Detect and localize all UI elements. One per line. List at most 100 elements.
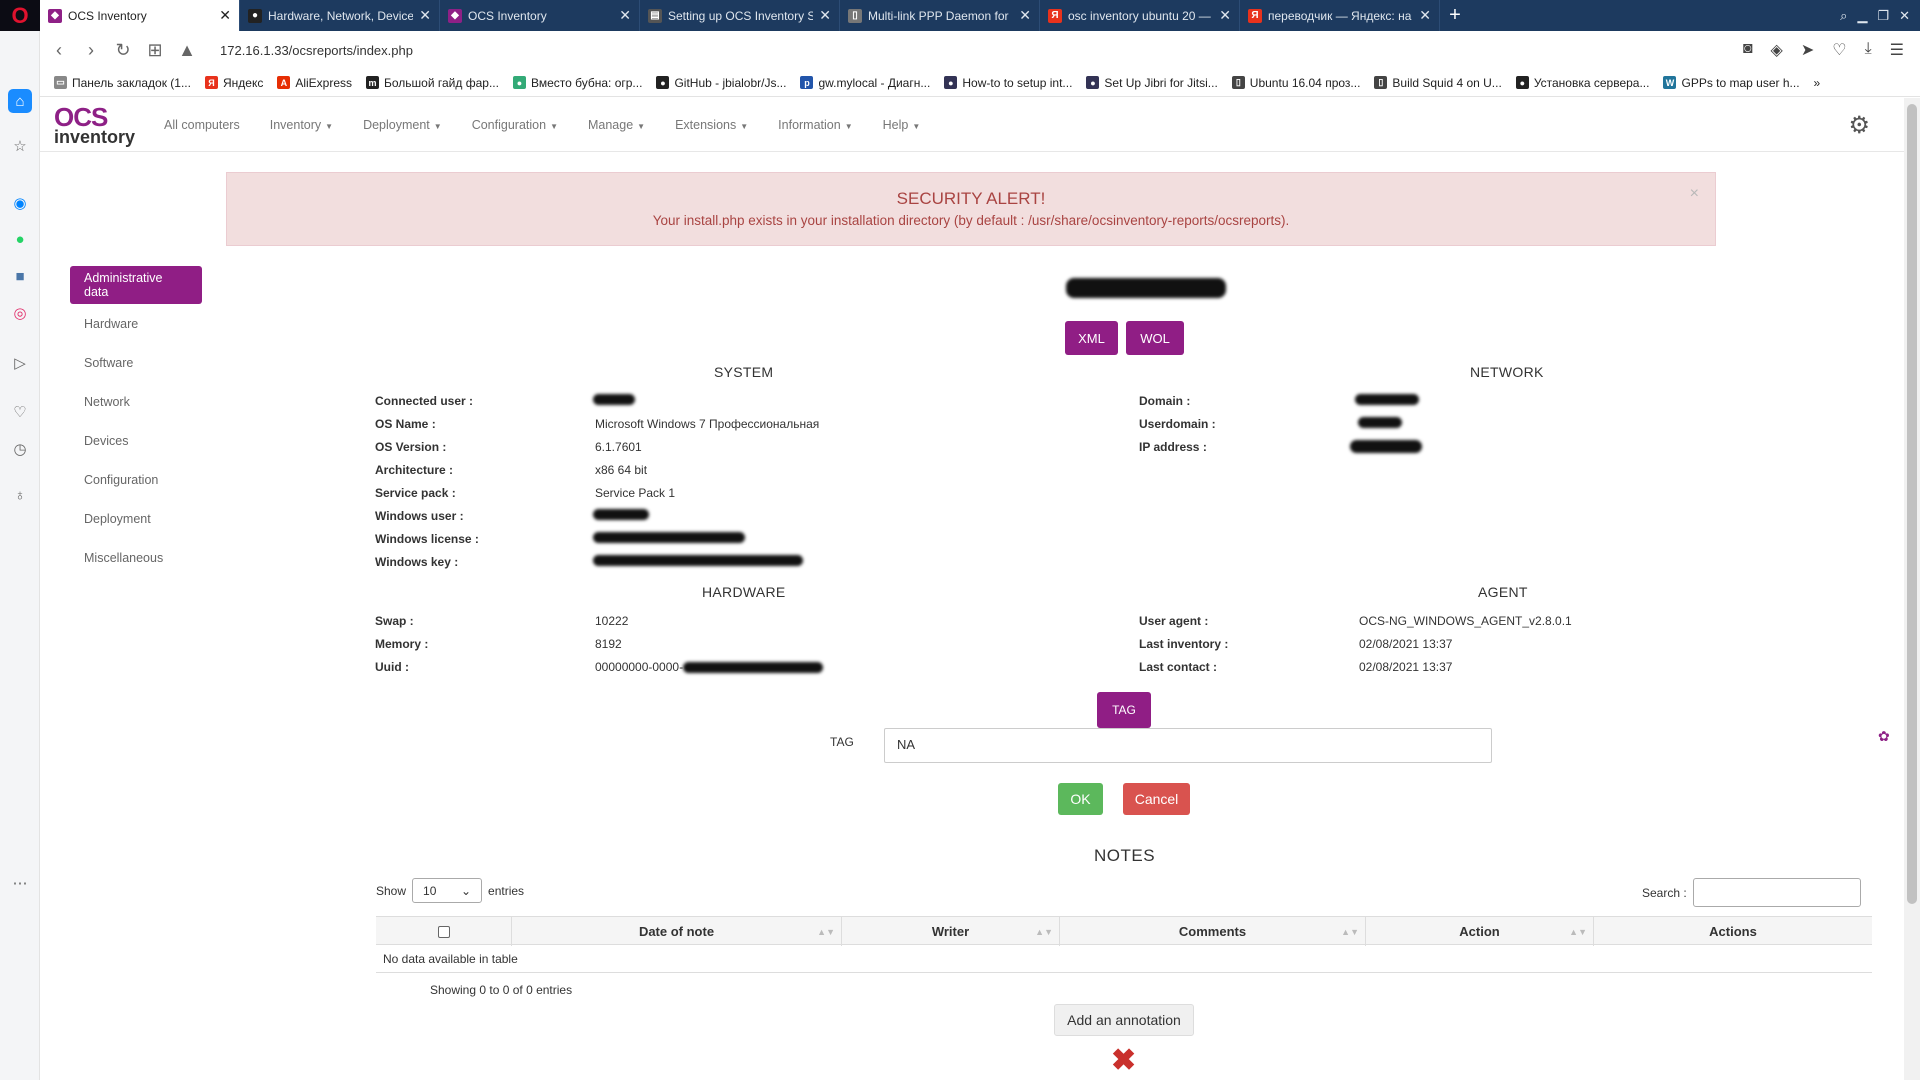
select-all-checkbox[interactable] [437,925,450,938]
bookmark-item[interactable]: ▯ Build Squid 4 on U... [1374,76,1502,90]
menu-all-computers[interactable]: All computers [164,118,240,132]
close-icon[interactable]: ✕ [1019,7,1031,24]
camera-icon[interactable]: ◙ [1743,40,1753,60]
menu-inventory[interactable]: Inventory ▼ [270,118,333,132]
warning-icon[interactable]: ▲ [178,40,196,61]
uuid-visible-part: 00000000-0000- [595,660,684,674]
add-annotation-button[interactable]: Add an annotation [1054,1004,1194,1036]
url-field[interactable]: 172.16.1.33/ocsreports/index.php [220,43,413,58]
delete-x-icon[interactable]: ✖ [1111,1046,1136,1076]
tag-input[interactable]: NA [884,728,1492,763]
close-window-icon[interactable]: ✕ [1899,8,1910,24]
col-date-of-note[interactable]: Date of note ▲▼ [512,917,842,946]
sidenav-software[interactable]: Software [70,343,202,382]
forward-icon[interactable]: › [82,40,100,61]
bookmark-item[interactable]: Я Яндекс [204,76,263,90]
menu-help[interactable]: Help ▼ [883,118,921,132]
sidenav-configuration[interactable]: Configuration [70,460,202,499]
speed-dial-icon[interactable]: ☆ [8,134,32,158]
shield-icon[interactable]: ◈ [1771,40,1783,60]
grid-icon[interactable]: ⊞ [146,40,164,61]
close-icon[interactable]: ✕ [619,7,631,24]
new-tab-plus-icon[interactable]: + [1440,0,1470,31]
cancel-button[interactable]: Cancel [1123,783,1190,815]
menu-deployment[interactable]: Deployment ▼ [363,118,442,132]
cog-icon[interactable]: ✿ [1878,728,1890,745]
alert-close-icon[interactable]: × [1690,185,1699,203]
browser-tab[interactable]: Яosc inventory ubuntu 20 — ✕ [1040,0,1240,31]
share-icon[interactable]: ➤ [1801,40,1814,60]
heart-icon[interactable]: ♡ [1832,40,1846,60]
send-icon[interactable]: ▷ [8,351,32,375]
close-icon[interactable]: ✕ [1219,7,1231,24]
bookmark-item[interactable]: W GPPs to map user h... [1663,76,1800,90]
bookmark-item[interactable]: ● Вместо бубна: огр... [512,76,642,90]
browser-tab[interactable]: ● Hardware, Network, Device ✕ [240,0,440,31]
sidenav-administrative-data[interactable]: Administrative data [70,266,202,304]
vk-icon[interactable]: ■ [8,264,32,288]
sidenav-network[interactable]: Network [70,382,202,421]
more-icon[interactable]: ⋯ [8,871,32,895]
tag-button[interactable]: TAG [1097,692,1151,728]
menu-extensions[interactable]: Extensions ▼ [675,118,748,132]
sidenav-miscellaneous[interactable]: Miscellaneous [70,538,202,577]
menu-information[interactable]: Information ▼ [778,118,852,132]
bookmark-item[interactable]: m Большой гайд фар... [366,76,499,90]
browser-tab[interactable]: ▤ Setting up OCS Inventory S ✕ [640,0,840,31]
close-icon[interactable]: ✕ [419,7,431,24]
sidenav-deployment[interactable]: Deployment [70,499,202,538]
close-icon[interactable]: ✕ [819,7,831,24]
minimize-icon[interactable]: ▁ [1857,8,1867,24]
home-icon[interactable]: ⌂ [8,89,32,113]
search-tabs-icon[interactable]: ⌕ [1840,8,1847,24]
col-actions: Actions [1594,917,1872,946]
close-icon[interactable]: ✕ [1419,7,1431,24]
wol-button[interactable]: WOL [1126,321,1184,355]
bookmark-item[interactable]: A AliExpress [277,76,352,90]
bookmark-item[interactable]: ● Set Up Jibri for Jitsi... [1086,76,1218,90]
menu-icon[interactable]: ☰ [1890,40,1904,60]
entries-select[interactable]: 10 ⌄ [412,878,483,903]
system-label: OS Name : [375,417,436,431]
browser-tab[interactable]: ◆ OCS Inventory ✕ [440,0,640,31]
browser-tab[interactable]: ▯ Multi-link PPP Daemon for ✕ [840,0,1040,31]
messenger-icon[interactable]: ◉ [8,191,32,215]
col-action[interactable]: Action ▲▼ [1366,917,1594,946]
settings-gear-icon[interactable]: ⚙ [1848,111,1870,140]
col-comments[interactable]: Comments ▲▼ [1060,917,1366,946]
download-icon[interactable]: ⤓ [1865,40,1872,60]
sidenav-hardware[interactable]: Hardware [70,304,202,343]
notes-title: NOTES [1094,846,1156,865]
bookmark-item[interactable]: ▭ Панель закладок (1... [54,76,191,90]
browser-tab[interactable]: Япереводчик — Яндекс: на ✕ [1240,0,1440,31]
bookmark-item[interactable]: ● GitHub - jbialobr/Js... [656,76,786,90]
heart-icon[interactable]: ♡ [8,400,32,424]
browser-tab[interactable]: ◆ OCS Inventory ✕ [40,0,240,31]
ok-button[interactable]: OK [1058,783,1103,815]
menu-manage[interactable]: Manage ▼ [588,118,645,132]
col-writer[interactable]: Writer ▲▼ [842,917,1060,946]
reload-icon[interactable]: ↻ [114,40,132,61]
menu-configuration[interactable]: Configuration ▼ [472,118,558,132]
bookmark-item[interactable]: ● Установка сервера... [1515,76,1649,90]
bookmark-item[interactable]: ▯ Ubuntu 16.04 проз... [1231,76,1360,90]
sidenav-devices[interactable]: Devices [70,421,202,460]
bulb-icon[interactable]: ♁ [8,483,32,507]
bookmark-item[interactable]: p gw.mylocal - Диагн... [800,76,930,90]
search-input[interactable] [1692,878,1861,907]
back-icon[interactable]: ‹ [50,40,68,61]
instagram-icon[interactable]: ◎ [8,301,32,325]
menu-label: Extensions [675,117,737,132]
page-scrollbar[interactable] [1904,98,1920,1080]
close-icon[interactable]: ✕ [219,7,231,24]
hardware-label: Uuid : [375,660,409,674]
opera-logo-icon[interactable]: O [0,0,40,31]
bookmark-item[interactable]: ● How-to to setup int... [944,76,1072,90]
restore-icon[interactable]: ❐ [1877,8,1889,24]
ocs-logo[interactable]: OCS inventory [54,104,144,146]
whatsapp-icon[interactable]: ● [8,227,32,251]
bookmarks-more-icon[interactable]: » [1814,76,1821,90]
xml-button[interactable]: XML [1065,321,1118,355]
history-icon[interactable]: ◷ [8,437,32,461]
scrollbar-thumb[interactable] [1907,104,1917,904]
